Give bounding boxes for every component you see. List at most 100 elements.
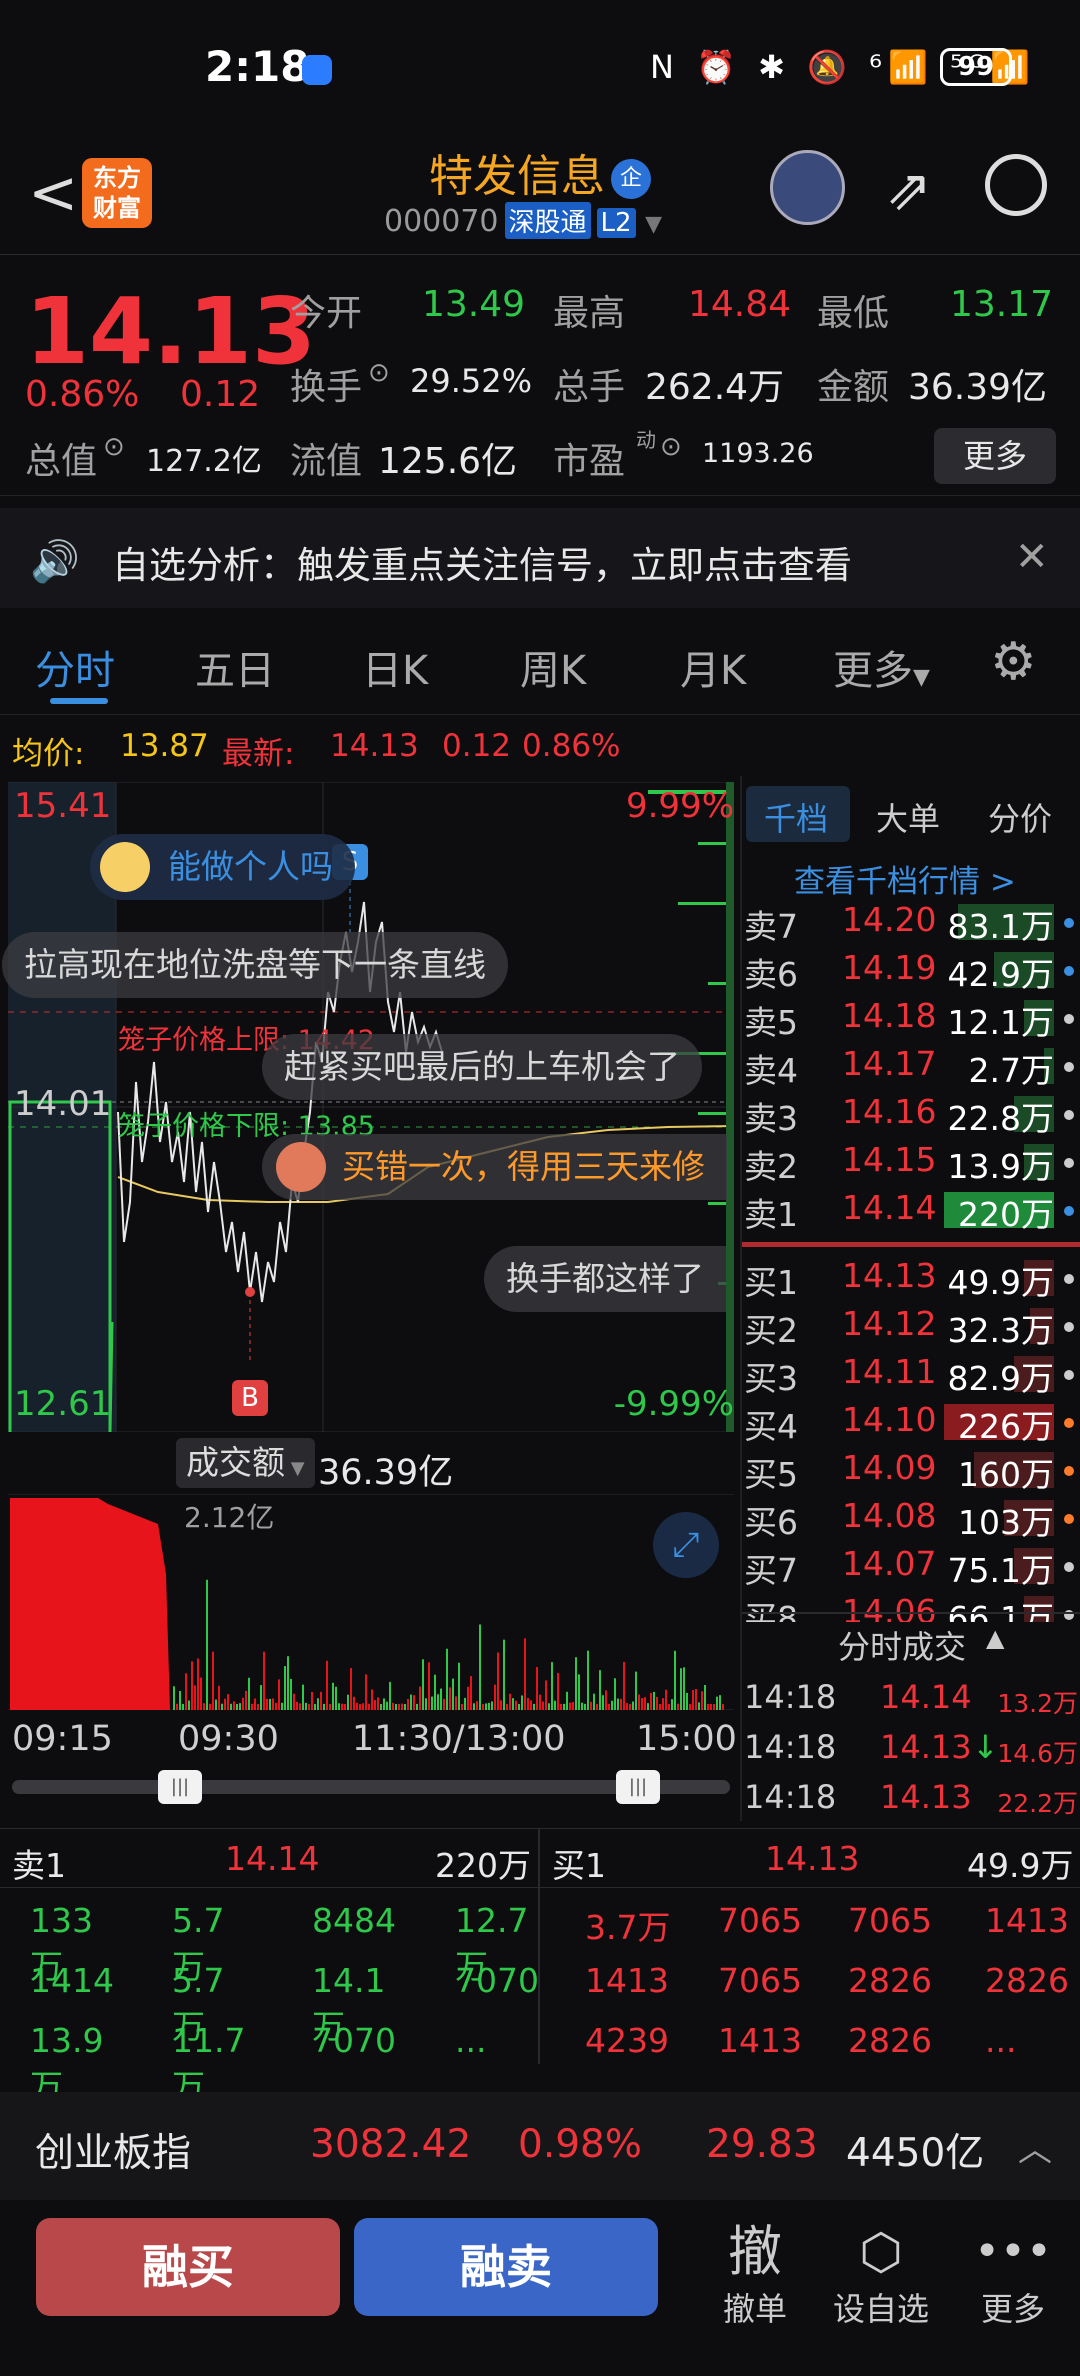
index-ticker[interactable]: 创业板指 3082.42 0.98% 29.83 4450亿 ︿ [0, 2092, 1080, 2200]
volume-bar [404, 1703, 406, 1710]
bid-row[interactable]: 买1 14.13 49.9万 [742, 1256, 1080, 1304]
ask-row[interactable]: 卖3 14.16 22.8万 [742, 1092, 1080, 1140]
chevron-up-icon[interactable]: ︿ [1018, 2122, 1052, 2171]
caret-up-icon[interactable]: ▲ [986, 1624, 1004, 1652]
bid-row[interactable]: 买4 14.10 226万 [742, 1400, 1080, 1448]
tab-monthly-k[interactable]: 月K [680, 638, 746, 696]
bid-row[interactable]: 买7 14.07 75.1万 [742, 1544, 1080, 1592]
more-actions-button[interactable]: ••• 更多 [958, 2220, 1068, 2330]
tab-depth[interactable]: 千档 [764, 794, 828, 840]
tab-five-day[interactable]: 五日 [195, 638, 275, 696]
volume-bar [581, 1702, 583, 1710]
slider-handle-left[interactable]: ||| [158, 1770, 202, 1804]
dropdown-icon: ▼ [285, 1458, 305, 1479]
slider-handle-right[interactable]: ||| [616, 1770, 660, 1804]
bid-row[interactable]: 买6 14.08 103万 [742, 1496, 1080, 1544]
sell1-label: 卖1 [12, 1846, 66, 1885]
ask-level: 卖7 [744, 907, 798, 946]
quote-panel: 14.13 0.86% 0.12 总值 ⊙ 127.2亿 今开 13.49 最高… [0, 256, 1080, 496]
tab-big-orders[interactable]: 大单 [876, 794, 940, 840]
depth-link[interactable]: 查看千档行情 > [794, 856, 1016, 901]
ticks-title[interactable]: 分时成交 [838, 1622, 966, 1668]
info-icon[interactable]: ⊙ [660, 432, 682, 462]
assistant-robot-icon[interactable] [770, 150, 845, 225]
volume-bar [497, 1652, 499, 1710]
buy-marker[interactable]: B [232, 1380, 268, 1416]
chart-bottom-pct: -9.99% [613, 1384, 734, 1424]
last-value: 14.13 [330, 728, 419, 764]
volume-type-dropdown[interactable]: 成交额 ▼ [176, 1438, 315, 1488]
comment-bubble[interactable]: 赶紧买吧最后的上车机会了 [262, 1034, 702, 1100]
comment-bubble[interactable]: 拉高现在地位洗盘等下一条直线 [2, 932, 508, 998]
cancel-order-button[interactable]: 撤 撤单 [700, 2220, 810, 2330]
tick-time: 14:18 [744, 1728, 837, 1766]
volume-bar [371, 1689, 373, 1710]
low-value: 13.17 [950, 284, 1054, 325]
bid-price: 14.12 [842, 1304, 937, 1343]
comment-bubble[interactable]: 能做个人吗 [90, 834, 355, 900]
volume-bar [314, 1703, 316, 1710]
volume-chart[interactable]: 2.12亿 ⤢ [8, 1493, 734, 1711]
volume-bar [647, 1703, 649, 1710]
bid-row[interactable]: 买8 14.06 66.1万 [742, 1592, 1080, 1622]
volume-bar [614, 1678, 616, 1710]
ask-row[interactable]: 卖1 14.14 220万 [742, 1188, 1080, 1236]
comment-bubble[interactable]: 买错一次，得用三天来修 [262, 1134, 727, 1200]
volume-bar [635, 1671, 637, 1710]
volume-bar [656, 1696, 658, 1710]
stock-code-row[interactable]: 000070 深股通 L2 ▼ [384, 202, 662, 239]
level-dot-icon [1064, 1110, 1074, 1120]
volume-bar [719, 1695, 721, 1710]
volume-bar [326, 1660, 328, 1710]
volume-bar [188, 1700, 190, 1710]
ask-row[interactable]: 卖2 14.15 13.9万 [742, 1140, 1080, 1188]
divider [538, 1829, 540, 2064]
intraday-chart[interactable]: 15.41 9.99% 14.01 12.61 -9.99% 笼子价格上限: 1… [2, 782, 734, 1432]
volume-bar [608, 1703, 610, 1710]
add-watchlist-button[interactable]: ⬡ 设自选 [826, 2220, 936, 2330]
index-percent: 0.98% [518, 2122, 642, 2167]
bid-level: 买3 [744, 1359, 798, 1398]
volume-bar [248, 1677, 250, 1710]
time-label: 15:00 [636, 1719, 737, 1759]
tab-daily-k[interactable]: 日K [362, 638, 428, 696]
last-price: 14.13 [25, 278, 317, 385]
bid-row[interactable]: 买2 14.12 32.3万 [742, 1304, 1080, 1352]
tab-price-dist[interactable]: 分价 [988, 794, 1052, 840]
share-icon[interactable]: ⇗ [885, 158, 932, 223]
settings-gear-icon[interactable]: ⚙ [990, 636, 1037, 688]
tab-more[interactable]: 更多▼ [833, 638, 930, 696]
info-icon[interactable]: ⊙ [368, 358, 390, 388]
margin-buy-button[interactable]: 融买 [36, 2218, 340, 2316]
close-icon[interactable]: ✕ [1015, 534, 1049, 580]
volume-bar [305, 1702, 307, 1710]
ask-row[interactable]: 卖7 14.20 83.1万 [742, 900, 1080, 948]
expand-icon[interactable]: ⤢ [653, 1512, 719, 1578]
search-icon[interactable] [985, 154, 1047, 216]
volume-bar [338, 1703, 340, 1710]
range-slider[interactable]: ||| ||| [12, 1770, 730, 1804]
margin-sell-button[interactable]: 融卖 [354, 2218, 658, 2316]
index-name: 创业板指 [35, 2131, 192, 2176]
bid-row[interactable]: 买5 14.09 160万 [742, 1448, 1080, 1496]
ask-row[interactable]: 卖6 14.19 42.9万 [742, 948, 1080, 996]
tab-intraday[interactable]: 分时 [35, 638, 115, 696]
bid-price: 14.09 [842, 1448, 937, 1487]
bid-volume: 75.1万 [947, 1551, 1054, 1590]
volume-bar [575, 1657, 577, 1710]
volume-bar [323, 1703, 325, 1710]
volume-bar [359, 1703, 361, 1710]
info-icon[interactable]: ⊙ [103, 432, 125, 462]
bid-row[interactable]: 买3 14.11 82.9万 [742, 1352, 1080, 1400]
pe-value: 1193.26 [702, 438, 814, 469]
volume-bar [584, 1703, 586, 1710]
tick-price: 14.13 [880, 1728, 972, 1766]
more-button[interactable]: 更多 [934, 428, 1056, 484]
signal-notice[interactable]: 🔊 自选分析：触发重点关注信号，立即点击查看 ✕ [0, 508, 1080, 608]
dropdown-icon[interactable]: ▼ [645, 212, 662, 237]
ask-row[interactable]: 卖4 14.17 2.7万 [742, 1044, 1080, 1092]
volume-bar [668, 1703, 670, 1710]
comment-bubble[interactable]: 换手都这样了 [484, 1246, 726, 1312]
tab-weekly-k[interactable]: 周K [520, 638, 586, 696]
ask-row[interactable]: 卖5 14.18 12.1万 [742, 996, 1080, 1044]
